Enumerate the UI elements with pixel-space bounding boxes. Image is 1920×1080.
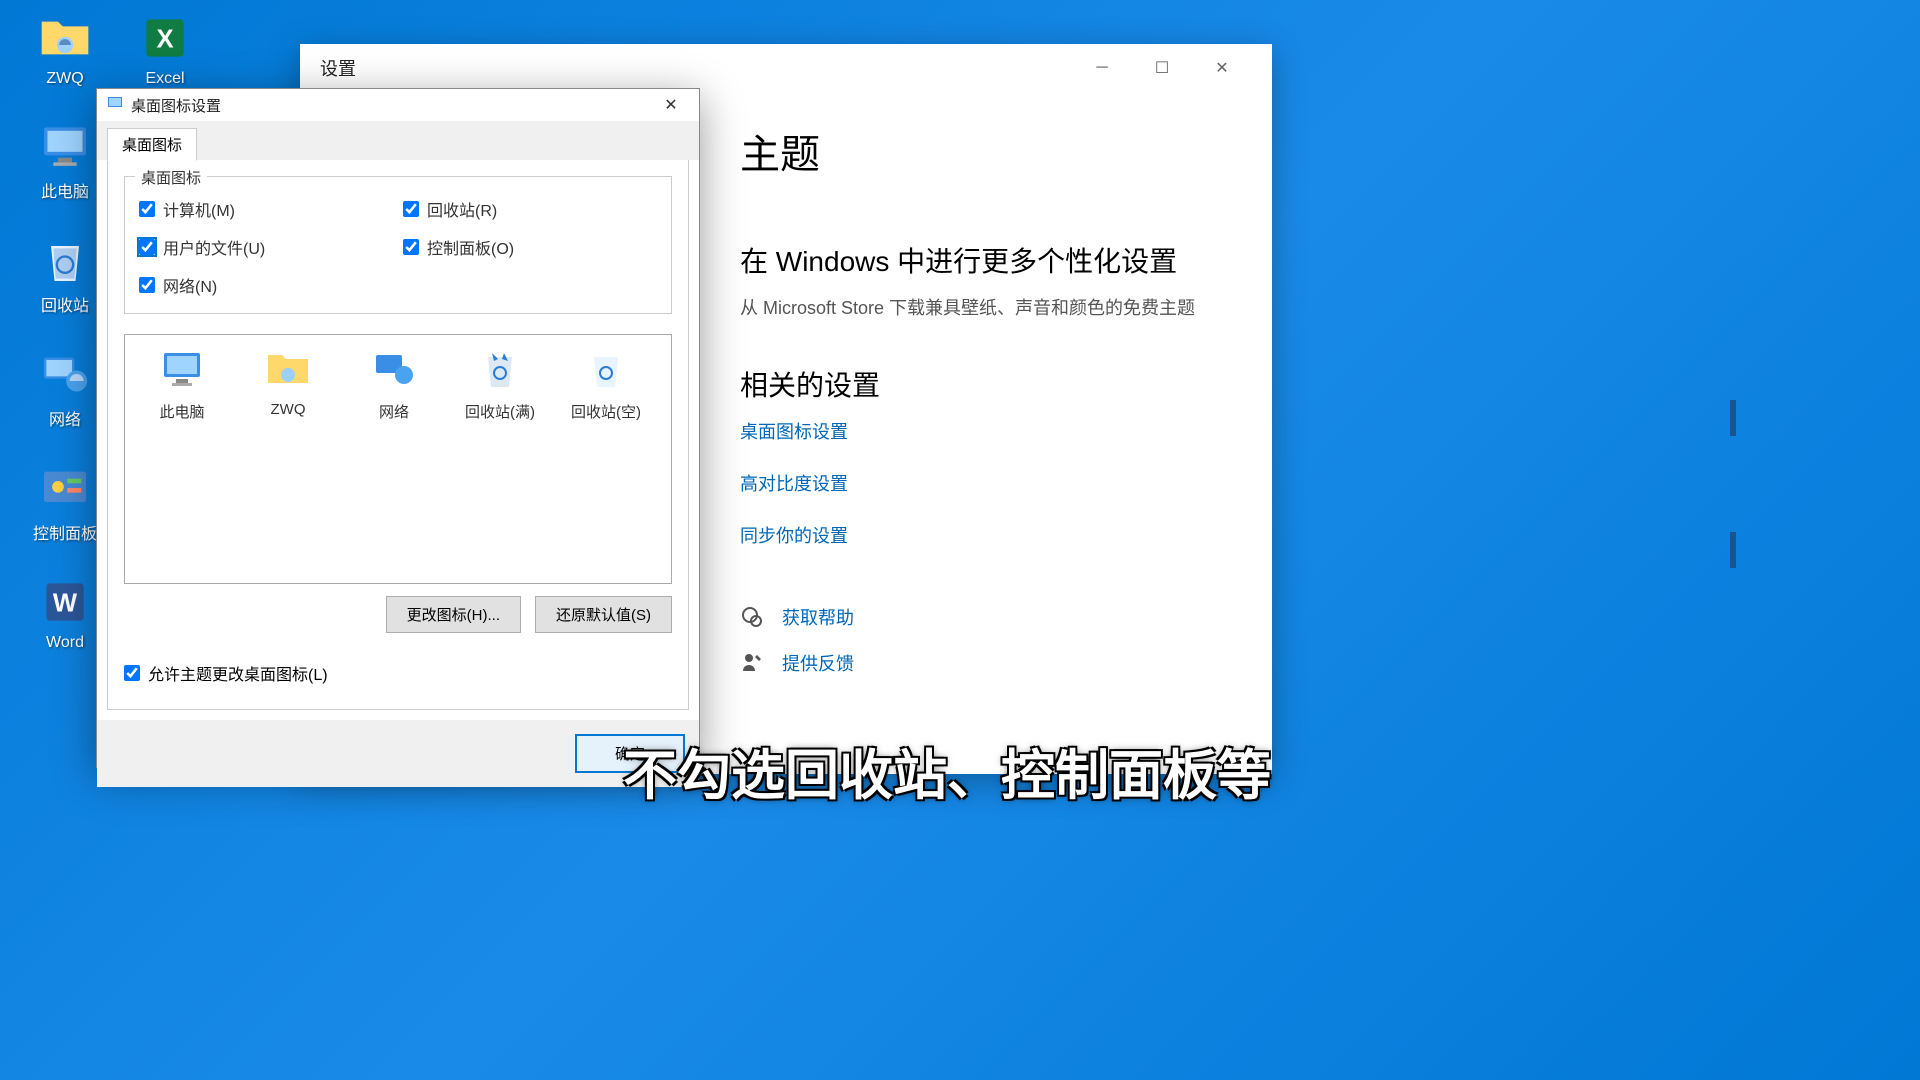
desktop-icon-label: ZWQ [46,70,83,88]
checkbox-computer[interactable]: 计算机(M) [139,197,393,221]
link-give-feedback[interactable]: 提供反馈 [782,650,854,676]
checkbox-allow-themes-input[interactable] [124,665,140,681]
page-title: 主题 [740,122,1232,180]
more-personalization-text: 从 Microsoft Store 下载兼具壁纸、声音和颜色的免费主题 [740,294,1232,320]
link-high-contrast[interactable]: 高对比度设置 [740,470,1232,496]
checkbox-controlpanel-input[interactable] [403,239,419,255]
desktop-icon-label: 此电脑 [41,178,89,202]
recycle-full-icon [476,345,524,393]
change-icon-button[interactable]: 更改图标(H)... [386,596,521,633]
desktop-icon-excel[interactable]: X Excel [120,10,210,88]
groupbox-title: 桌面图标 [135,167,207,188]
feedback-icon [740,651,764,675]
desktop-icon-zwq[interactable]: ZWQ [20,10,110,88]
checkbox-controlpanel[interactable]: 控制面板(O) [403,235,657,259]
minimize-button[interactable]: ─ [1072,46,1132,90]
icon-preview-list: 此电脑 ZWQ 网络 回收站(满) 回收站(空) [124,334,672,584]
restore-defaults-button[interactable]: 还原默认值(S) [535,596,672,633]
svg-text:W: W [53,589,78,617]
checkbox-network[interactable]: 网络(N) [139,273,393,297]
desktop-icon-settings-dialog: 桌面图标设置 ✕ 桌面图标 桌面图标 计算机(M) 回收站(R) 用户的文件(U… [96,88,700,768]
recycle-icon [37,232,93,288]
more-personalization-heading: 在 Windows 中进行更多个性化设置 [740,240,1232,280]
pc-icon [158,345,206,393]
link-get-help[interactable]: 获取帮助 [782,604,854,630]
settings-titlebar: 设置 ─ ☐ ✕ [300,44,1272,92]
preview-recycle-empty[interactable]: 回收站(空) [559,345,653,422]
desktop-icon-label: 控制面板 [33,520,97,544]
svg-text:X: X [156,25,173,53]
dialog-close-button[interactable]: ✕ [651,91,691,119]
desktop-icon-label: Excel [145,70,184,88]
video-caption: 不勾选回收站、控制面板等 [623,731,1271,810]
folder-icon [264,345,312,393]
checkbox-allow-themes[interactable]: 允许主题更改桌面图标(L) [124,661,672,685]
checkbox-recyclebin-input[interactable] [403,201,419,217]
desktop-icons-group: 桌面图标 计算机(M) 回收站(R) 用户的文件(U) 控制面板(O) 网络(N… [124,176,672,314]
desktop-icon-label: 网络 [49,406,81,430]
preview-thispc[interactable]: 此电脑 [135,345,229,422]
edge-marker [1730,532,1736,568]
folder-icon [37,10,93,66]
preview-userfolder[interactable]: ZWQ [241,345,335,418]
pc-icon [37,118,93,174]
dialog-titlebar: 桌面图标设置 ✕ [97,89,699,121]
network-icon [37,346,93,402]
desktop-icon-label: 回收站 [41,292,89,316]
maximize-button[interactable]: ☐ [1132,46,1192,90]
excel-icon: X [137,10,193,66]
related-heading: 相关的设置 [740,364,1232,404]
link-sync-settings[interactable]: 同步你的设置 [740,522,1232,548]
checkbox-userfiles-input[interactable] [139,239,155,255]
checkbox-recyclebin[interactable]: 回收站(R) [403,197,657,221]
desktop-icon-label: Word [46,634,84,652]
preview-recycle-full[interactable]: 回收站(满) [453,345,547,422]
checkbox-network-input[interactable] [139,277,155,293]
word-icon: W [37,574,93,630]
checkbox-userfiles[interactable]: 用户的文件(U) [139,235,393,259]
help-icon [740,605,764,629]
link-desktop-icon-settings[interactable]: 桌面图标设置 [740,418,1232,444]
close-button[interactable]: ✕ [1192,46,1252,90]
tab-desktop-icons[interactable]: 桌面图标 [107,128,197,161]
settings-window-title: 设置 [320,55,356,81]
dialog-title-text: 桌面图标设置 [131,95,221,116]
network-icon [370,345,418,393]
preview-network[interactable]: 网络 [347,345,441,422]
edge-marker [1730,400,1736,436]
recycle-empty-icon [582,345,630,393]
controlpanel-icon [37,460,93,516]
dialog-icon [107,95,123,115]
checkbox-computer-input[interactable] [139,201,155,217]
